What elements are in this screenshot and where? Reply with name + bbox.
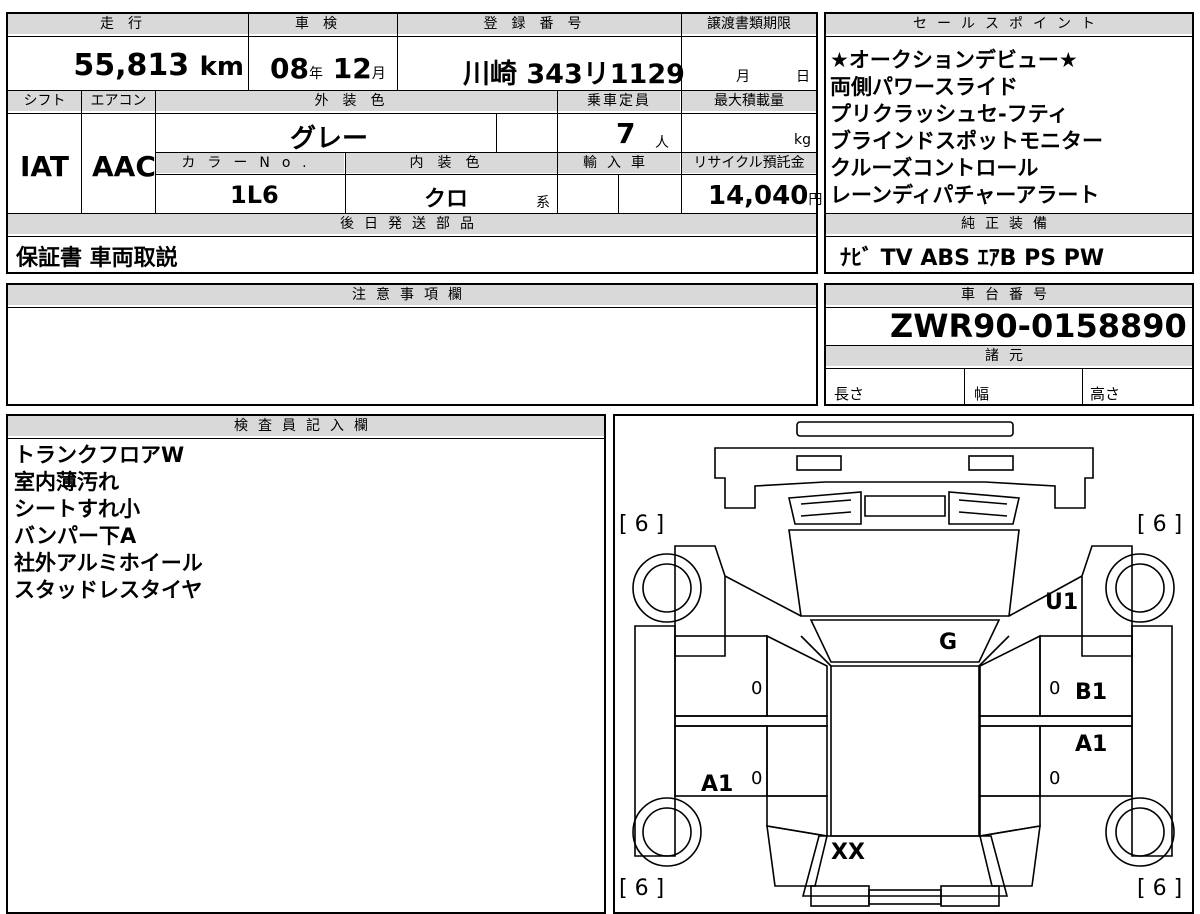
registration-header: 登録番号	[398, 14, 681, 34]
specs-header: 諸元	[826, 346, 1192, 366]
zero-mark-3: 0	[751, 768, 763, 789]
damage-mark-u1: U1	[1045, 590, 1079, 615]
import-header: 輸入車	[558, 153, 680, 173]
zero-mark-2: 0	[1049, 678, 1061, 699]
damage-mark-g: G	[939, 630, 958, 655]
transfer-deadline-header: 譲渡書類期限	[682, 14, 816, 34]
registration-value: 川崎 343リ1129	[463, 59, 685, 90]
damage-mark-a1-right: A1	[1075, 732, 1108, 757]
zero-mark-4: 0	[1049, 768, 1061, 789]
inspection-header: 車検	[249, 14, 397, 34]
genuine-equipment-header: 純正装備	[826, 214, 1192, 234]
tire-rear-right-tread: [ 6 ]	[1137, 876, 1183, 901]
tire-front-left-tread: [ 6 ]	[619, 512, 665, 537]
mileage-header: 走行	[8, 14, 248, 34]
recycle-value: 14,040円	[708, 181, 823, 211]
aircon-value: AAC	[92, 150, 156, 183]
inspector-note-3: シートすれ小	[14, 497, 140, 521]
notes-block: 注意事項欄	[6, 283, 818, 406]
damage-mark-a1-left: A1	[701, 772, 734, 797]
genuine-equipment-value: ﾅﾋﾞ TV ABS ｴｱB PS PW	[840, 246, 1105, 271]
tire-front-right-tread: [ 6 ]	[1137, 512, 1183, 537]
spec-height-label: 高さ	[1090, 385, 1121, 403]
tire-rear-left-tread: [ 6 ]	[619, 876, 665, 901]
sales-point-6: レーンディパチャーアラート	[830, 183, 1100, 207]
shift-value: IAT	[20, 150, 70, 183]
sales-point-5: クルーズコントロール	[830, 156, 1039, 180]
notes-header: 注意事項欄	[8, 285, 816, 305]
recycle-header: リサイクル預託金	[682, 153, 816, 173]
max-load-header: 最大積載量	[682, 91, 816, 111]
sales-point-2: 両側パワースライド	[830, 75, 1018, 99]
interior-color-header: 内装色	[346, 153, 557, 173]
transfer-month-unit: 月	[736, 69, 750, 85]
exterior-color-header: 外装色	[156, 91, 557, 111]
vehicle-info-block: 走行 車検 登録番号 譲渡書類期限 55,813 km 08年 12月 川崎 3…	[6, 12, 822, 274]
car-diagram-block: [ 6 ] [ 6 ] [ 6 ] [ 6 ] U1 G B1 A1 A1 XX…	[613, 414, 1194, 914]
zero-mark-1: 0	[751, 678, 763, 699]
car-outline-diagram	[632, 421, 1175, 907]
inspection-value: 08年 12月	[270, 52, 386, 85]
interior-color-suffix: 系	[536, 195, 550, 211]
capacity-unit: 人	[655, 135, 669, 151]
color-no-value: 1L6	[230, 181, 279, 209]
sales-point-3: プリクラッシュセ-フティ	[830, 102, 1069, 126]
spec-length-label: 長さ	[834, 385, 865, 403]
transfer-day-unit: 日	[796, 69, 810, 85]
capacity-header: 乗車定員	[558, 91, 680, 111]
aircon-header: エアコン	[82, 91, 155, 111]
exterior-color-value: グレー	[290, 124, 369, 154]
damage-mark-xx: XX	[831, 840, 865, 865]
capacity-value: 7	[616, 117, 636, 150]
damage-mark-b1: B1	[1075, 680, 1108, 705]
sales-point-1: ★オークションデビュー★	[830, 48, 1078, 72]
mileage-value: 55,813 km	[73, 48, 244, 83]
inspector-note-5: 社外アルミホイール	[14, 551, 203, 575]
chassis-value: ZWR90-0158890	[890, 307, 1187, 345]
chassis-block: 車台番号 ZWR90-0158890 諸元 長さ 幅 高さ	[824, 283, 1194, 406]
sales-points-block: セールスポイント ★オークションデビュー★ 両側パワースライド プリクラッシュセ…	[824, 12, 1194, 274]
inspector-note-1: トランクフロアW	[14, 443, 185, 467]
interior-color-value: クロ	[424, 187, 469, 212]
later-parts-value: 保証書 車両取説	[16, 246, 178, 271]
chassis-header: 車台番号	[826, 285, 1192, 305]
inspector-header: 検査員記入欄	[8, 416, 604, 436]
inspector-note-2: 室内薄汚れ	[14, 470, 119, 494]
inspector-block: 検査員記入欄 トランクフロアW 室内薄汚れ シートすれ小 バンパー下A 社外アル…	[6, 414, 606, 914]
shift-header: シフト	[8, 91, 81, 111]
inspector-note-4: バンパー下A	[14, 524, 137, 548]
max-load-unit: kg	[794, 132, 811, 148]
sales-points-header: セールスポイント	[826, 14, 1192, 34]
sales-point-4: ブラインドスポットモニター	[830, 129, 1103, 153]
color-no-header: カラーNo.	[156, 153, 344, 173]
inspector-note-6: スタッドレスタイヤ	[14, 578, 203, 602]
later-parts-header: 後日発送部品	[8, 214, 816, 234]
spec-width-label: 幅	[974, 385, 990, 403]
